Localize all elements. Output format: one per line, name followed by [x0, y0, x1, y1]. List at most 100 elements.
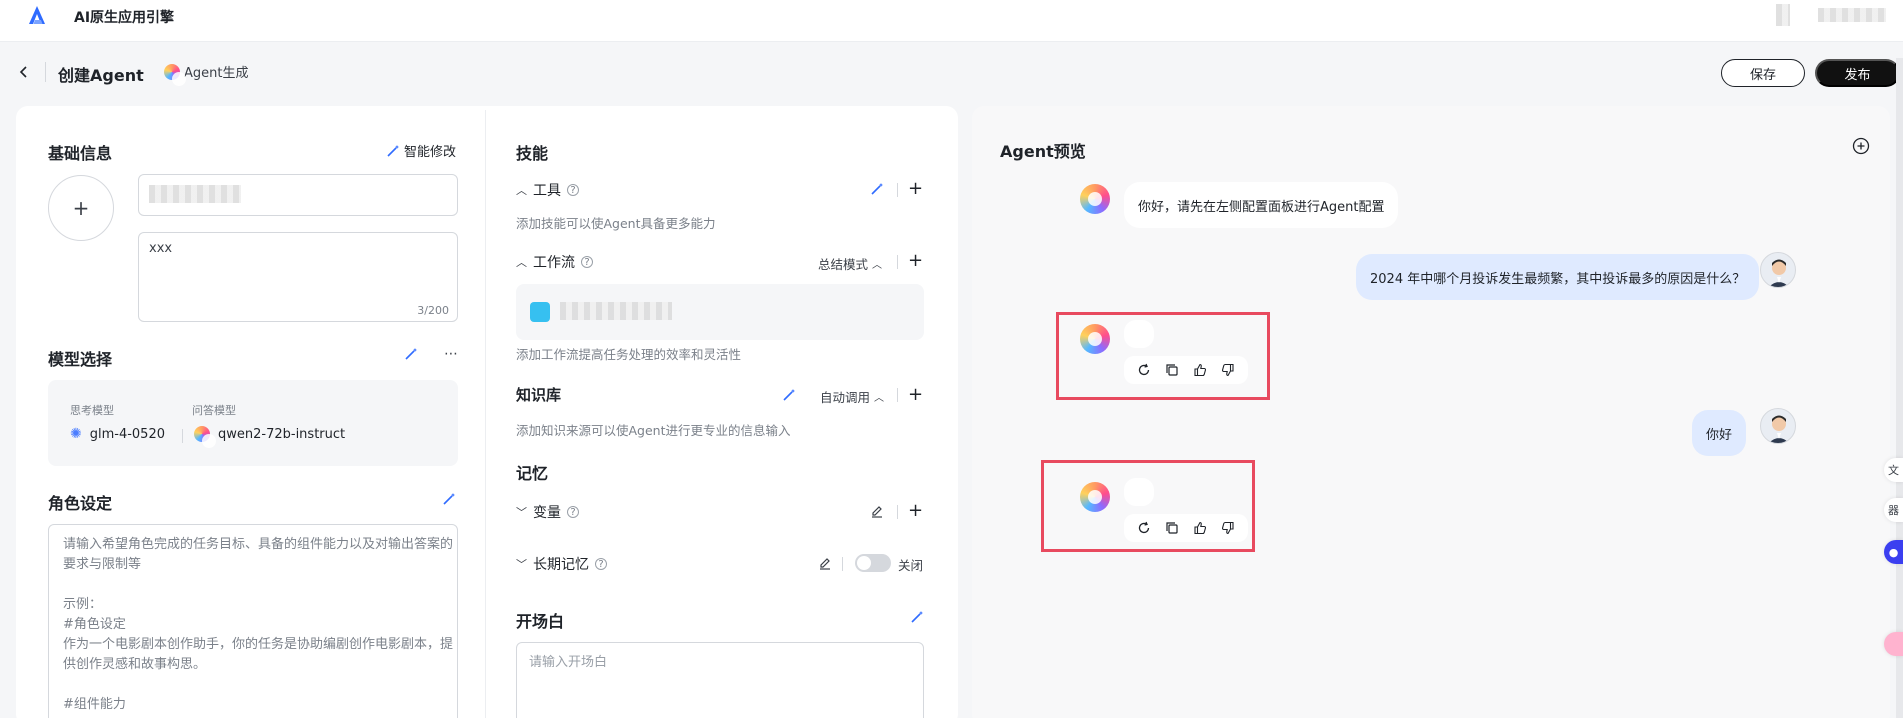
workflow-item[interactable]: [516, 284, 924, 340]
glm-model-icon: ✺: [70, 426, 82, 442]
tools-magic-wand-icon[interactable]: [870, 182, 884, 196]
save-button[interactable]: 保存: [1721, 59, 1805, 87]
publish-button[interactable]: 发布: [1815, 59, 1900, 87]
long-term-edit-icon[interactable]: [818, 556, 832, 570]
role-placeholder-line: 作为一个电影剧本创作助手，你的任务是协助编剧创作电影剧本，提: [63, 637, 454, 652]
magic-wand-icon: [387, 144, 399, 157]
chevron-up-icon: ︿: [516, 184, 527, 197]
help-icon: ?: [567, 506, 579, 518]
plus-icon: +: [72, 196, 90, 220]
divider: [897, 255, 898, 269]
long-term-memory-state: 关闭: [898, 558, 924, 573]
tools-section-toggle[interactable]: ︿ 工具 ?: [516, 180, 579, 200]
variables-section-toggle[interactable]: ﹀ 变量 ?: [516, 502, 579, 522]
add-avatar-button[interactable]: +: [48, 175, 114, 241]
role-magic-wand-icon[interactable]: [442, 492, 456, 506]
kb-magic-wand-icon[interactable]: [782, 388, 796, 402]
divider: [842, 557, 843, 571]
bot-message-text: 你好，请先在左侧配置面板进行Agent配置: [1138, 199, 1385, 215]
memory-title: 记忆: [516, 464, 549, 483]
workflow-mode-dropdown[interactable]: 总结模式 ︿: [818, 254, 882, 273]
bot-message-bubble: 你好，请先在左侧配置面板进行Agent配置: [1124, 182, 1399, 228]
opener-placeholder: 请输入开场白: [529, 655, 608, 670]
page-scrollbar[interactable]: [1896, 58, 1903, 718]
add-workflow-plus-icon[interactable]: +: [908, 250, 923, 271]
kb-mode-dropdown[interactable]: 自动调用 ︿: [820, 387, 884, 406]
agent-generate-label: Agent生成: [184, 66, 249, 81]
role-setting-title: 角色设定: [48, 494, 113, 513]
add-kb-plus-icon[interactable]: +: [908, 384, 923, 405]
model-divider: [182, 429, 183, 443]
agent-name-input[interactable]: [138, 174, 458, 216]
kb-hint: 添加知识来源可以使Agent进行更专业的信息输入: [516, 423, 791, 438]
highlight-box: [1056, 312, 1270, 400]
agent-description-input[interactable]: xxx 3/200: [138, 232, 458, 322]
top-app-bar: AI原生应用引擎: [0, 0, 1903, 42]
add-tool-plus-icon[interactable]: +: [908, 178, 923, 199]
role-placeholder-line: 示例：: [63, 597, 103, 612]
page-title: 创建Agent: [58, 66, 144, 85]
role-placeholder-line: 请输入希望角色完成的任务目标、具备的组件能力以及对输出答案的: [63, 537, 454, 552]
more-icon[interactable]: ⋯: [444, 346, 458, 362]
smart-edit-button[interactable]: 智能修改: [386, 141, 456, 160]
add-variable-plus-icon[interactable]: +: [908, 500, 923, 521]
agent-generate-tag[interactable]: Agent生成: [164, 62, 249, 86]
help-icon: ?: [581, 256, 593, 268]
answer-model-label: 问答模型: [192, 404, 236, 417]
workflow-hint: 添加工作流提高任务处理的效率和灵活性: [516, 347, 742, 362]
help-icon: ?: [567, 184, 579, 196]
think-model-value[interactable]: ✺ glm-4-0520: [70, 426, 165, 442]
agent-description-text: xxx: [149, 241, 173, 256]
app-logo-icon: [29, 6, 45, 24]
answer-model-name: qwen2-72b-instruct: [218, 426, 346, 442]
opener-title: 开场白: [516, 612, 565, 631]
preview-title: Agent预览: [1000, 142, 1086, 161]
chevron-down-icon: ﹀: [516, 506, 527, 519]
chevron-up-icon: ︿: [874, 393, 885, 404]
role-placeholder-line: 要求与限制等: [63, 557, 142, 572]
variables-edit-icon[interactable]: [870, 504, 884, 518]
chevron-up-icon: ︿: [516, 256, 527, 269]
knowledge-base-title: 知识库: [516, 386, 562, 404]
role-placeholder-line: #组件能力: [63, 697, 126, 712]
user-message-bubble: 2024 年中哪个月投诉发生最频繁，其中投诉最多的原因是什么？: [1356, 254, 1760, 300]
side-translate-icon[interactable]: 文: [1884, 458, 1903, 482]
role-setting-input[interactable]: 请输入希望角色完成的任务目标、具备的组件能力以及对输出答案的 要求与限制等 示例…: [48, 524, 458, 718]
role-placeholder-line: #角色设定: [63, 617, 126, 632]
qwen-model-icon: [194, 426, 216, 448]
workflow-section-toggle[interactable]: ︿ 工作流 ?: [516, 252, 593, 272]
user-name-blurred[interactable]: [1818, 8, 1886, 22]
answer-model-value[interactable]: qwen2-72b-instruct: [194, 426, 346, 448]
model-select-title: 模型选择: [48, 350, 113, 369]
opener-input[interactable]: 请输入开场白: [516, 642, 924, 718]
workflow-mode-label: 总结模式: [818, 257, 869, 272]
long-term-memory-switch[interactable]: [855, 554, 891, 572]
back-arrow-icon[interactable]: [16, 64, 32, 80]
tools-hint: 添加技能可以使Agent具备更多能力: [516, 216, 716, 231]
tools-label: 工具: [533, 183, 561, 199]
user-avatar: [1760, 252, 1796, 288]
description-char-count: 3/200: [417, 304, 449, 317]
model-selector[interactable]: 思考模型 ✺ glm-4-0520 问答模型 qwen2-72b-instruc…: [48, 380, 458, 466]
user-message-bubble: 你好: [1692, 410, 1747, 456]
workflow-icon: [530, 302, 550, 322]
think-model-name: glm-4-0520: [89, 426, 165, 442]
opener-magic-wand-icon[interactable]: [910, 610, 924, 624]
side-assistant-icon[interactable]: ●: [1884, 540, 1903, 564]
divider: [897, 388, 898, 402]
role-placeholder-line: 供创作灵感和故事构思。: [63, 657, 207, 672]
basic-info-title: 基础信息: [48, 144, 113, 163]
skills-title: 技能: [516, 144, 549, 163]
workflow-name-blurred: [560, 302, 672, 320]
side-apps-icon[interactable]: 器: [1884, 498, 1903, 522]
side-pink-bubble-icon[interactable]: [1884, 632, 1903, 656]
kb-mode-label: 自动调用: [820, 390, 871, 405]
user-message-text: 你好: [1706, 427, 1733, 443]
agent-generate-icon: [164, 63, 186, 86]
new-chat-icon[interactable]: [1852, 137, 1870, 155]
user-avatar-blurred[interactable]: [1776, 4, 1790, 26]
model-magic-wand-icon[interactable]: [404, 347, 418, 361]
workflow-label: 工作流: [533, 255, 575, 271]
user-message-text: 2024 年中哪个月投诉发生最频繁，其中投诉最多的原因是什么？: [1370, 271, 1746, 287]
long-term-memory-toggle[interactable]: ﹀ 长期记忆 ?: [516, 554, 607, 574]
